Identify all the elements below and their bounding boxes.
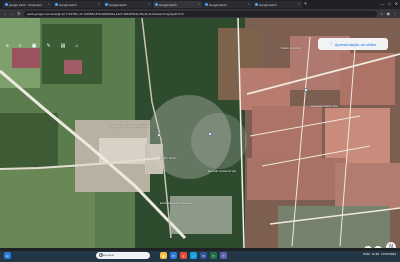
search-icon [99, 253, 103, 257]
tab-5[interactable]: Google Earth × [253, 1, 302, 8]
tab-4[interactable]: Google Earth × [203, 1, 252, 8]
tab-title: Google Earth [59, 2, 77, 7]
close-icon[interactable]: × [198, 3, 200, 6]
google-icon [5, 3, 8, 6]
taskbar-search[interactable]: Pesquisar [96, 252, 150, 259]
clock-date[interactable]: 17/07/2024 [381, 252, 396, 256]
earth-icon [255, 3, 258, 6]
satellite-map[interactable] [0, 18, 400, 248]
map-label-poi-1: Empresa de Aeronáutica SANTEC [110, 125, 150, 128]
close-icon[interactable]: × [148, 3, 150, 6]
search-icon[interactable]: ⌕ [19, 43, 22, 49]
taskbar-excel-icon[interactable]: X [210, 252, 217, 259]
back-button[interactable]: ← [3, 11, 7, 16]
tab-title: Google Earth [159, 2, 177, 7]
dense-neighborhood-3 [340, 53, 395, 105]
tab-title: google earth - Pesquisar [9, 2, 42, 7]
clock-time[interactable]: 11:36 [372, 252, 379, 256]
close-icon[interactable]: × [48, 3, 50, 6]
profile-icon[interactable]: ◉ [387, 11, 391, 16]
reload-button[interactable]: ↻ [17, 11, 21, 16]
map-label-place-1: Jardim Triunfo [160, 157, 177, 160]
tab-1[interactable]: Google Earth × [53, 1, 102, 8]
field-north [42, 24, 102, 84]
earth-icon [105, 3, 108, 6]
menu-icon[interactable]: ≡ [6, 43, 9, 49]
minimize-button[interactable]: — [380, 1, 384, 6]
menu-icon[interactable]: ⋮ [393, 11, 397, 16]
slideshow-icon: ◌ [329, 41, 333, 47]
field-red-2 [64, 60, 82, 74]
browser-address-bar: ← → ↻ earth.google.com/web/@-22.7723784,… [0, 9, 400, 18]
map-label-place-3: Residencial Bella Vista [311, 105, 338, 108]
slideshow-button[interactable]: ◌ Apresentação de slides [318, 38, 388, 50]
maximize-button[interactable]: □ [388, 1, 390, 6]
tab-title: Google Earth [109, 2, 127, 7]
taskbar-file-explorer-icon[interactable]: ▣ [160, 252, 167, 259]
new-tab-button[interactable]: + [304, 2, 307, 7]
taskbar-chrome-icon[interactable]: ● [180, 252, 187, 259]
map-toolbar: ≡ ⌕ ▣ ✎ ▤ ⌂ [6, 43, 78, 49]
tab-3[interactable]: Google Earth × [153, 1, 202, 8]
tab-title: Google Earth [209, 2, 227, 7]
earth-icon [155, 3, 158, 6]
language-indicator[interactable]: POR [363, 252, 370, 256]
url-field[interactable]: earth.google.com/web/@-22.7723784,-47.14… [24, 10, 377, 17]
close-button[interactable]: ✕ [395, 1, 398, 6]
forward-button[interactable]: → [10, 11, 14, 16]
browser-tab-bar: google earth - Pesquisar × Google Earth … [0, 0, 400, 9]
taskbar-edge-icon[interactable]: ◐ [190, 252, 197, 259]
map-label-place-5: Mercado Central de Vila [208, 170, 236, 173]
system-tray: POR 11:36 17/07/2024 [363, 252, 396, 256]
map-view[interactable]: ≡ ⌕ ▣ ✎ ▤ ⌂ ◌ Apresentação de slides Emp… [0, 18, 400, 248]
earth-icon [55, 3, 58, 6]
map-label-place-2: Distrito Industrial [281, 47, 301, 50]
bookmark-icon[interactable]: ☆ [380, 11, 384, 16]
taskbar-start-button[interactable]: ⊞ [4, 252, 11, 259]
draw-icon[interactable]: ✎ [46, 43, 50, 49]
layers-icon[interactable]: ▣ [32, 43, 37, 49]
earth-icon [205, 3, 208, 6]
field-red [12, 48, 40, 68]
taskbar-word-icon[interactable]: W [200, 252, 207, 259]
close-icon[interactable]: × [298, 3, 300, 6]
taskbar-mail-icon[interactable]: ✉ [170, 252, 177, 259]
measure-icon[interactable]: ⌂ [75, 43, 78, 49]
taskbar-teams-icon[interactable]: T [220, 252, 227, 259]
window-controls: — □ ✕ [380, 1, 398, 6]
slideshow-label: Apresentação de slides [334, 41, 377, 47]
tab-title: Google Earth [259, 2, 277, 7]
projects-icon[interactable]: ▤ [61, 43, 66, 49]
close-icon[interactable]: × [248, 3, 250, 6]
map-pin[interactable] [157, 133, 161, 137]
map-pin[interactable] [208, 132, 212, 136]
selected-area-circle-2 [191, 113, 247, 169]
close-icon[interactable]: × [98, 3, 100, 6]
map-label-place-4: Escola Estadual Professora [160, 202, 192, 205]
tab-2[interactable]: Google Earth × [103, 1, 152, 8]
map-pin[interactable] [304, 88, 308, 92]
tab-0[interactable]: google earth - Pesquisar × [3, 1, 52, 8]
